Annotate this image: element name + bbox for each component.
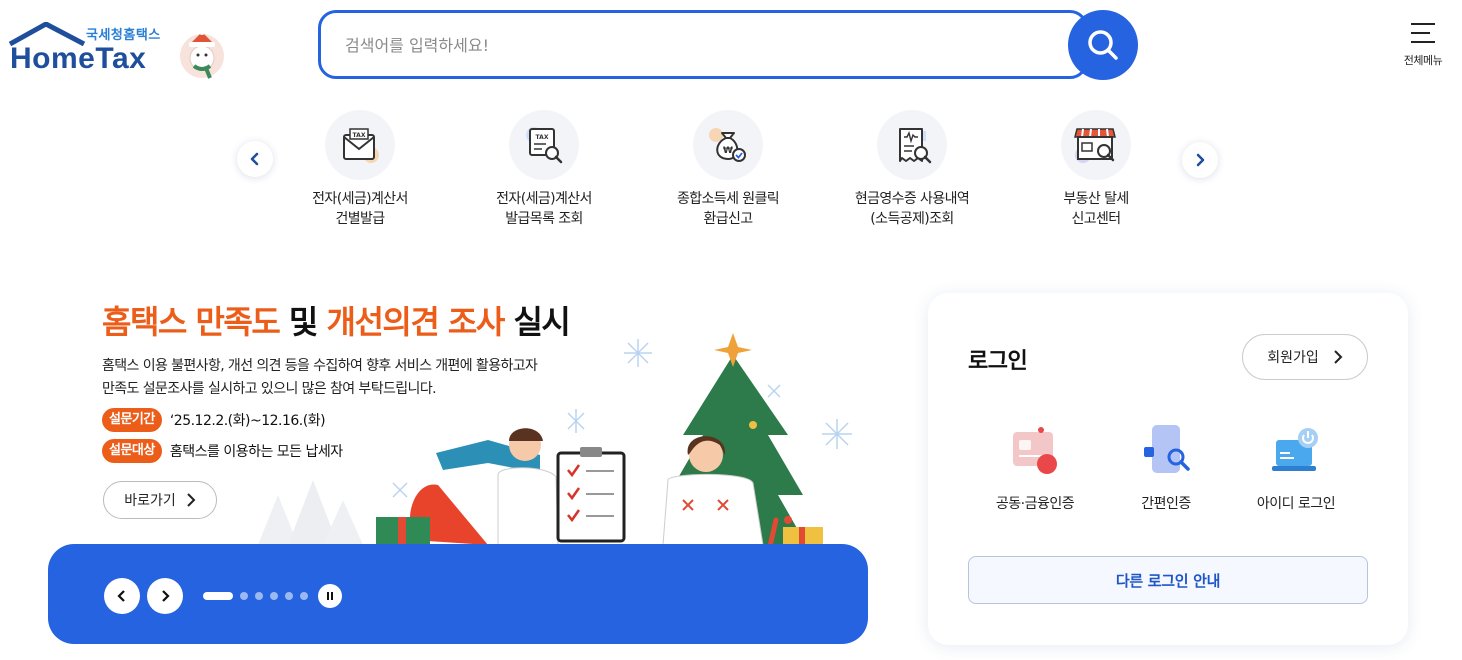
banner-pause-button[interactable] xyxy=(318,584,342,608)
other-login-button[interactable]: 다른 로그인 안내 xyxy=(968,556,1368,604)
store-search-icon xyxy=(1061,110,1131,180)
simple-auth-login-label: 간편인증 xyxy=(1141,496,1191,512)
id-login-option[interactable]: 아이디 로그인 xyxy=(1236,423,1356,513)
id-login-label: 아이디 로그인 xyxy=(1256,496,1336,512)
pagination-dot[interactable] xyxy=(240,592,248,600)
survey-period-badge: 설문기간 xyxy=(102,408,162,432)
svg-text:TAX: TAX xyxy=(353,132,366,139)
svg-text:TAX: TAX xyxy=(536,134,549,141)
all-menu-label: 전체메뉴 xyxy=(1403,54,1443,67)
banner-title-part4: 실시 xyxy=(513,303,570,341)
banner-next-button[interactable] xyxy=(147,578,183,614)
banner-desc-line2: 만족도 설문조사를 실시하고 있으니 많은 참여 부탁드립니다. xyxy=(102,381,437,397)
chevron-right-icon xyxy=(1196,153,1205,167)
certificate-login-label: 공동·금융인증 xyxy=(995,496,1075,512)
signup-button-label: 회원가입 xyxy=(1267,350,1319,366)
pagination-dot[interactable] xyxy=(255,592,263,600)
quick-menu-item[interactable]: 현금영수증 사용내역 (소득공제)조회 xyxy=(827,110,997,229)
svg-text:₩: ₩ xyxy=(723,146,733,156)
quick-menu-label-line2: 발급목록 조회 xyxy=(505,211,583,227)
logo-korean-text: 국세청홈택스 xyxy=(86,28,161,43)
hamburger-menu-icon xyxy=(1411,23,1435,43)
banner-pagination xyxy=(203,592,308,600)
quick-menu-item[interactable]: TAX 전자(세금)계산서건별발급 xyxy=(275,110,445,229)
christmas-survey-illustration xyxy=(258,333,852,565)
quick-menu-label-line1: 전자(세금)계산서 xyxy=(496,191,592,207)
certificate-login-option[interactable]: 공동·금융인증 xyxy=(975,423,1095,513)
chevron-right-icon xyxy=(1334,350,1343,364)
chevron-left-icon xyxy=(117,590,125,602)
pause-icon xyxy=(327,592,333,600)
banner-description: 홈택스 이용 불편사항, 개선 의견 등을 수집하여 향후 서비스 개편에 활용… xyxy=(102,355,622,401)
survey-period-value: ‘25.12.2.(화)~12.16.(화) xyxy=(169,413,326,429)
banner-prev-button[interactable] xyxy=(104,578,140,614)
simple-auth-login-option[interactable]: 간편인증 xyxy=(1106,423,1226,513)
pagination-dot[interactable] xyxy=(285,592,293,600)
quick-menu-label-line1: 전자(세금)계산서 xyxy=(312,191,408,207)
quick-menu-label-line2: (소득공제)조회 xyxy=(870,211,954,227)
laptop-power-icon xyxy=(1236,423,1356,481)
quick-menu-item[interactable]: ₩ 종합소득세 원클릭환급신고 xyxy=(643,110,813,229)
goto-button-label: 바로가기 xyxy=(124,493,176,509)
pagination-dot[interactable] xyxy=(270,592,278,600)
search-button[interactable] xyxy=(1068,10,1138,80)
pagination-dot[interactable] xyxy=(203,592,233,600)
survey-target-row: 설문대상 홈택스를 이용하는 모든 납세자 xyxy=(102,439,343,463)
search-bar xyxy=(318,10,1088,79)
phone-auth-icon xyxy=(1106,423,1226,481)
receipt-search-icon xyxy=(877,110,947,180)
quick-menu-prev-button[interactable] xyxy=(237,141,273,177)
quick-menu-label-line2: 환급신고 xyxy=(703,211,753,227)
chevron-left-icon xyxy=(250,152,259,166)
tax-document-search-icon: TAX xyxy=(509,110,579,180)
quick-menu-item[interactable]: 부동산 탈세신고센터 xyxy=(1011,110,1181,229)
login-title: 로그인 xyxy=(968,349,1028,374)
search-input[interactable] xyxy=(345,31,1045,59)
banner-title-part2: 및 xyxy=(288,303,318,341)
banner-title: 홈택스 만족도 및 개선의견 조사 실시 xyxy=(102,297,571,343)
quick-menu-label-line1: 현금영수증 사용내역 xyxy=(854,191,970,207)
snowman-icon xyxy=(180,29,224,79)
logo-english-text: HomeTax xyxy=(10,42,147,75)
certificate-card-icon xyxy=(975,423,1095,481)
money-bag-check-icon: ₩ xyxy=(693,110,763,180)
banner-title-part1: 홈택스 만족도 xyxy=(102,303,281,341)
quick-menu-next-button[interactable] xyxy=(1182,142,1218,178)
tax-envelope-icon: TAX xyxy=(325,110,395,180)
quick-menu-label-line1: 종합소득세 원클릭 xyxy=(676,191,780,207)
login-panel: 로그인 회원가입 공동·금융인증 간편인증 아이디 로그인 다른 로그인 안내 xyxy=(928,293,1408,645)
banner-title-part3: 개선의견 조사 xyxy=(326,303,506,341)
survey-target-value: 홈택스를 이용하는 모든 납세자 xyxy=(169,444,343,460)
search-icon xyxy=(1088,30,1118,60)
pagination-dot[interactable] xyxy=(300,592,308,600)
chevron-right-icon xyxy=(187,493,196,507)
survey-target-badge: 설문대상 xyxy=(102,439,162,463)
signup-button[interactable]: 회원가입 xyxy=(1242,334,1368,380)
all-menu-button[interactable]: 전체메뉴 xyxy=(1392,18,1454,74)
quick-menu-label-line2: 건별발급 xyxy=(335,211,385,227)
quick-menu-item[interactable]: TAX 전자(세금)계산서발급목록 조회 xyxy=(459,110,629,229)
hometax-logo[interactable]: 국세청홈택스 HomeTax xyxy=(8,20,228,80)
banner-controls xyxy=(48,544,868,644)
banner-desc-line1: 홈택스 이용 불편사항, 개선 의견 등을 수집하여 향후 서비스 개편에 활용… xyxy=(102,358,538,374)
quick-menu-label-line1: 부동산 탈세 xyxy=(1063,191,1129,207)
chevron-right-icon xyxy=(162,590,170,602)
goto-button[interactable]: 바로가기 xyxy=(103,481,217,519)
quick-menu-label-line2: 신고센터 xyxy=(1071,211,1121,227)
survey-period-row: 설문기간 ‘25.12.2.(화)~12.16.(화) xyxy=(102,408,326,432)
